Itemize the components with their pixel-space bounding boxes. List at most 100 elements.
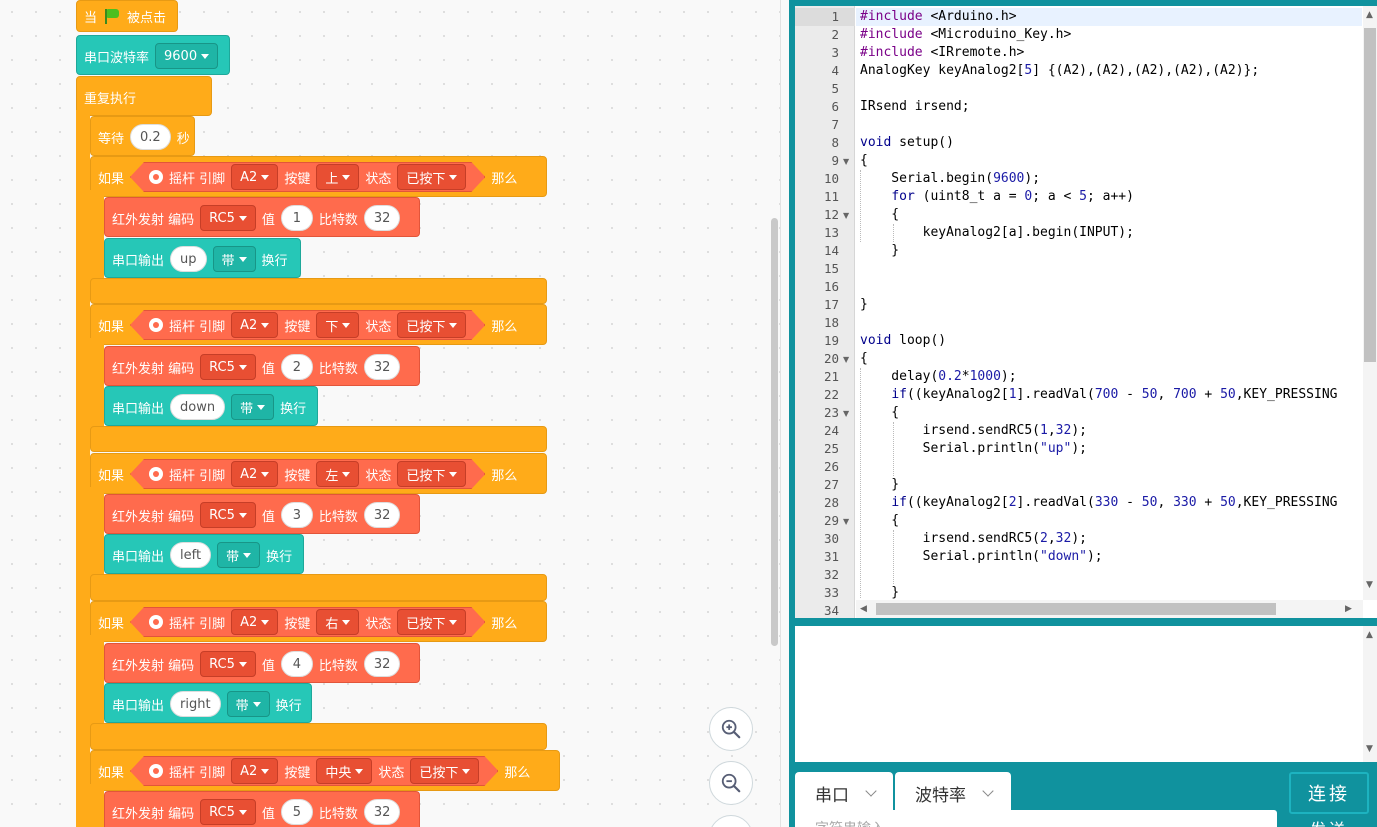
code-line[interactable]: }	[860, 297, 868, 312]
editor-horizontal-scrollbar[interactable]: ◀ ▶	[856, 600, 1363, 618]
ir-send-block[interactable]: 红外发射 编码 RC5 值 5 比特数 32	[104, 791, 420, 827]
joystick-condition[interactable]: 摇杆 引脚 A2 按键 上 状态 已按下	[130, 162, 485, 192]
if-block[interactable]: 如果 摇杆 引脚 A2 按键 中央 状态 已按下 那么	[90, 750, 560, 791]
newline-option-dropdown[interactable]: 带	[231, 394, 275, 420]
scroll-left-icon[interactable]: ◀	[860, 604, 867, 614]
ir-value-input[interactable]: 2	[280, 354, 313, 380]
joystick-condition[interactable]: 摇杆 引脚 A2 按键 下 状态 已按下	[130, 310, 485, 340]
fold-toggle-icon[interactable]: ▼	[843, 211, 849, 220]
ir-send-block[interactable]: 红外发射 编码 RC5 值 1 比特数 32	[104, 197, 420, 237]
code-editor[interactable]: 1 2 3 4 5 6 7 8 9 ▼ 10 11 12 ▼ 13 14 15 16 17 18 19 20 ▼ 21 22 23…	[795, 6, 1377, 618]
serial-send-input[interactable]: 字符串输入	[795, 810, 1277, 827]
code-line[interactable]: irsend.sendRC5(2,32);	[860, 531, 1087, 546]
baud-rate-select[interactable]: 波特率	[895, 772, 1011, 814]
pin-dropdown[interactable]: A2	[231, 164, 278, 190]
zoom-reset-button[interactable]	[709, 815, 753, 827]
key-dropdown[interactable]: 中央	[316, 758, 372, 784]
ir-value-input[interactable]: 4	[280, 651, 313, 677]
fold-toggle-icon[interactable]: ▼	[843, 355, 849, 364]
state-dropdown[interactable]: 已按下	[397, 609, 466, 635]
ir-code-dropdown[interactable]: RC5	[200, 205, 256, 231]
code-line[interactable]: {	[860, 513, 899, 528]
ir-send-block[interactable]: 红外发射 编码 RC5 值 4 比特数 32	[104, 643, 420, 683]
fold-toggle-icon[interactable]: ▼	[843, 157, 849, 166]
joystick-condition[interactable]: 摇杆 引脚 A2 按键 右 状态 已按下	[130, 607, 485, 637]
editor-vertical-scroll-thumb[interactable]	[1364, 28, 1376, 362]
code-line[interactable]: for (uint8_t a = 0; a < 5; a++)	[860, 189, 1134, 204]
code-line[interactable]: if((keyAnalog2[2].readVal(330 - 50, 330 …	[860, 495, 1337, 510]
ir-bits-input[interactable]: 32	[363, 651, 401, 677]
wait-seconds-input[interactable]: 0.2	[130, 124, 171, 150]
code-line[interactable]: keyAnalog2[a].begin(INPUT);	[860, 225, 1134, 240]
ir-bits-input[interactable]: 32	[363, 799, 401, 825]
state-dropdown[interactable]: 已按下	[397, 164, 466, 190]
code-line[interactable]: {	[860, 153, 868, 168]
zoom-out-button[interactable]	[709, 761, 753, 805]
ir-code-dropdown[interactable]: RC5	[200, 502, 256, 528]
serial-print-block[interactable]: 串口输出 left 带 换行	[104, 534, 304, 574]
scroll-down-icon[interactable]: ▼	[1366, 580, 1373, 590]
serial-print-text-input[interactable]: right	[170, 691, 221, 717]
newline-option-dropdown[interactable]: 带	[217, 542, 261, 568]
serial-output-scrollbar[interactable]: ▲ ▼	[1363, 626, 1377, 762]
code-line[interactable]: #include <IRremote.h>	[860, 45, 1024, 60]
serial-print-block[interactable]: 串口输出 up 带 换行	[104, 238, 301, 278]
ir-bits-input[interactable]: 32	[363, 502, 401, 528]
ir-code-dropdown[interactable]: RC5	[200, 651, 256, 677]
code-line[interactable]: Serial.begin(9600);	[860, 171, 1040, 186]
code-line[interactable]: Serial.println("down");	[860, 549, 1103, 564]
workspace-scrollbar[interactable]	[771, 218, 778, 646]
state-dropdown[interactable]: 已按下	[410, 758, 479, 784]
pin-dropdown[interactable]: A2	[231, 312, 278, 338]
editor-horizontal-scroll-thumb[interactable]	[876, 603, 1276, 615]
code-line[interactable]: }	[860, 585, 899, 600]
when-flag-clicked-block[interactable]: 当 被点击	[76, 0, 178, 32]
pin-dropdown[interactable]: A2	[231, 609, 278, 635]
ir-bits-input[interactable]: 32	[363, 205, 401, 231]
wait-block[interactable]: 等待 0.2 秒	[90, 116, 195, 156]
serial-print-text-input[interactable]: up	[170, 246, 207, 272]
key-dropdown[interactable]: 左	[316, 461, 359, 487]
fold-toggle-icon[interactable]: ▼	[843, 409, 849, 418]
send-button[interactable]: 发送	[1289, 816, 1369, 827]
newline-option-dropdown[interactable]: 带	[226, 691, 270, 717]
serial-baud-block[interactable]: 串口波特率 9600	[76, 35, 230, 75]
code-line[interactable]: delay(0.2*1000);	[860, 369, 1016, 384]
joystick-condition[interactable]: 摇杆 引脚 A2 按键 左 状态 已按下	[130, 459, 485, 489]
ir-send-block[interactable]: 红外发射 编码 RC5 值 2 比特数 32	[104, 346, 420, 386]
editor-vertical-scrollbar[interactable]: ▲ ▼	[1363, 6, 1377, 600]
serial-monitor-output[interactable]: ▲ ▼	[795, 626, 1377, 762]
scroll-down-icon[interactable]: ▼	[1366, 744, 1373, 754]
fold-toggle-icon[interactable]: ▼	[843, 517, 849, 526]
code-line[interactable]: AnalogKey keyAnalog2[5] {(A2),(A2),(A2),…	[860, 63, 1259, 78]
scroll-up-icon[interactable]: ▲	[1366, 10, 1373, 20]
ir-value-input[interactable]: 3	[280, 502, 313, 528]
code-line[interactable]: }	[860, 477, 899, 492]
ir-bits-input[interactable]: 32	[363, 354, 401, 380]
code-line[interactable]: #include <Microduino_Key.h>	[860, 27, 1071, 42]
if-block[interactable]: 如果 摇杆 引脚 A2 按键 上 状态 已按下 那么	[90, 156, 547, 197]
ir-send-block[interactable]: 红外发射 编码 RC5 值 3 比特数 32	[104, 494, 420, 534]
if-block[interactable]: 如果 摇杆 引脚 A2 按键 右 状态 已按下 那么	[90, 601, 547, 642]
code-line[interactable]: void setup()	[860, 135, 954, 150]
state-dropdown[interactable]: 已按下	[397, 461, 466, 487]
ir-code-dropdown[interactable]: RC5	[200, 354, 256, 380]
code-line[interactable]: }	[860, 243, 899, 258]
key-dropdown[interactable]: 右	[316, 609, 359, 635]
ir-code-dropdown[interactable]: RC5	[200, 799, 256, 825]
key-dropdown[interactable]: 下	[316, 312, 359, 338]
state-dropdown[interactable]: 已按下	[397, 312, 466, 338]
serial-print-text-input[interactable]: left	[170, 542, 212, 568]
serial-print-block[interactable]: 串口输出 right 带 换行	[104, 683, 312, 723]
newline-option-dropdown[interactable]: 带	[212, 246, 256, 272]
serial-print-block[interactable]: 串口输出 down 带 换行	[104, 386, 318, 426]
code-line[interactable]: void loop()	[860, 333, 946, 348]
ir-value-input[interactable]: 5	[280, 799, 313, 825]
code-line[interactable]: if((keyAnalog2[1].readVal(700 - 50, 700 …	[860, 387, 1337, 402]
block-workspace[interactable]: 当 被点击 串口波特率 9600 重复执行 等待 0.2 秒 如果 摇杆 引脚 …	[0, 0, 781, 827]
if-block[interactable]: 如果 摇杆 引脚 A2 按键 左 状态 已按下 那么	[90, 453, 547, 494]
code-line[interactable]: #include <Arduino.h>	[860, 9, 1017, 24]
connect-button[interactable]: 连接	[1289, 772, 1369, 814]
scroll-right-icon[interactable]: ▶	[1345, 604, 1352, 614]
serial-port-select[interactable]: 串口	[795, 772, 893, 814]
